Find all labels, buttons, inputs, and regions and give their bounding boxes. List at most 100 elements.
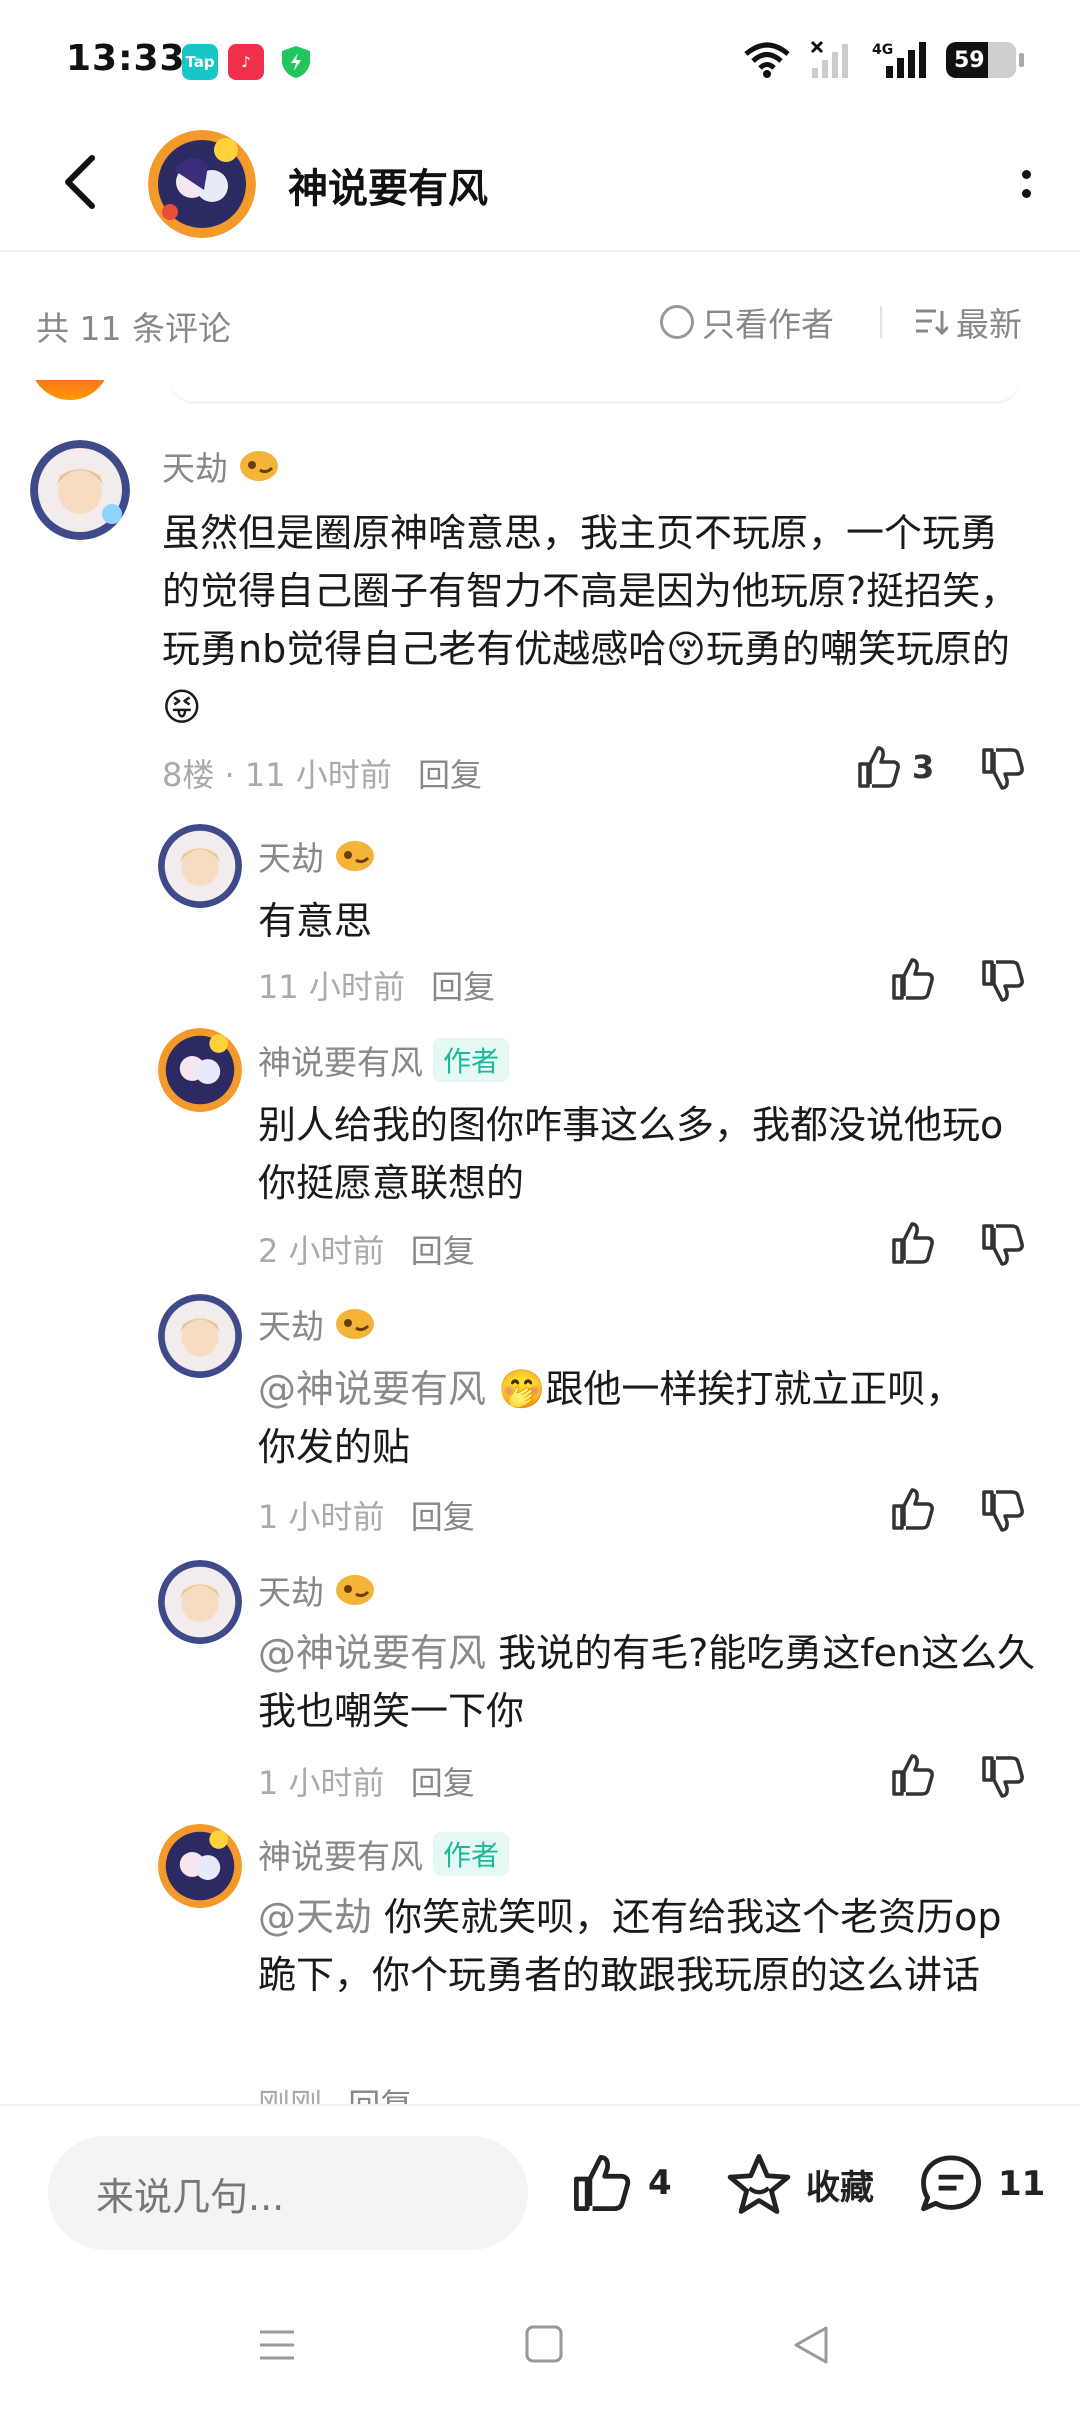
avatar <box>30 380 110 400</box>
wifi-icon <box>744 42 790 78</box>
back-button[interactable] <box>50 150 110 214</box>
battery-indicator: 59 <box>946 42 1024 78</box>
tap-icon: Tap <box>182 44 218 80</box>
avatar[interactable] <box>158 1824 242 1908</box>
signal-off-icon <box>810 40 848 78</box>
comment-filter-row: 共 11 条评论 只看作者 最新 <box>0 254 1080 394</box>
more-options-button[interactable] <box>1008 160 1044 208</box>
comment-time: 1 小时前 <box>258 1764 385 1802</box>
thumbs-down-icon[interactable] <box>980 958 1026 1004</box>
comment-time: 8楼 · 11 小时前 <box>162 756 392 794</box>
menu-icon[interactable] <box>256 2324 298 2366</box>
comment-text: @神说要有风 🤭跟他一样挨打就立正呗，你发的贴 <box>258 1360 978 1476</box>
comment-username[interactable]: 天劫 <box>162 442 280 490</box>
username-text: 天劫 <box>258 839 324 878</box>
thumbs-up-icon[interactable] <box>890 1486 936 1532</box>
avatar[interactable] <box>158 824 242 908</box>
comment-count: 共 11 条评论 <box>36 309 231 348</box>
comment-input[interactable]: 来说几句... <box>48 2136 528 2250</box>
username-text: 神说要有风 <box>258 1043 423 1082</box>
comment-username[interactable]: 神说要有风 作者 <box>258 1036 510 1084</box>
comment-total: 11 <box>998 2164 1046 2204</box>
svg-text:4G: 4G <box>872 42 893 58</box>
bottom-action-bar: 来说几句... 4 收藏 11 <box>0 2104 1080 2284</box>
comment-username[interactable]: 神说要有风 作者 <box>258 1830 510 1878</box>
sort-icon <box>916 309 948 336</box>
reply-button[interactable]: 回复 <box>411 1498 475 1536</box>
thumbs-up-icon[interactable] <box>890 1752 936 1798</box>
like-button[interactable]: 3 <box>856 744 934 790</box>
level-badge-icon <box>336 1575 374 1605</box>
favorite-button[interactable]: 收藏 <box>726 2152 874 2216</box>
page-title: 神说要有风 <box>288 166 488 212</box>
battery-level: 59 <box>954 47 985 73</box>
system-navigation-bar <box>0 2284 1080 2412</box>
chevron-left-icon <box>65 155 95 209</box>
avatar[interactable] <box>30 440 130 540</box>
thumbs-down-icon[interactable] <box>980 1488 1026 1534</box>
comment-time: 1 小时前 <box>258 1498 385 1536</box>
reply-button[interactable]: 回复 <box>418 756 482 794</box>
comment-time: 11 小时前 <box>258 968 405 1006</box>
comment-list[interactable]: 天劫 虽然但是圈原神啥意思，我主页不玩原，一个玩勇的觉得自己圈子有智力不高是因为… <box>0 380 1080 2104</box>
reply-button[interactable]: 回复 <box>431 968 495 1006</box>
author-only-label: 只看作者 <box>702 305 834 344</box>
signal-4g-icon: 4G <box>872 42 926 78</box>
avatar[interactable] <box>158 1294 242 1378</box>
level-badge-icon <box>336 1309 374 1339</box>
reply-button[interactable]: 回复 <box>348 2086 412 2104</box>
avatar[interactable] <box>158 1560 242 1644</box>
level-badge-icon <box>336 841 374 871</box>
star-icon <box>727 2154 791 2214</box>
comment-meta: 8楼 · 11 小时前 回复 <box>162 750 482 796</box>
back-icon[interactable] <box>790 2324 832 2366</box>
system-icons: 4G 59 <box>742 40 1024 80</box>
comments-button[interactable]: 11 <box>918 2152 1045 2216</box>
mention-link[interactable]: @神说要有风 <box>258 1631 486 1675</box>
comment-username[interactable]: 天劫 <box>258 832 376 880</box>
post-like-count: 4 <box>648 2163 672 2203</box>
favorite-label: 收藏 <box>806 2167 874 2208</box>
reply-button[interactable]: 回复 <box>411 1232 475 1270</box>
dot-icon <box>1021 170 1031 179</box>
thumbs-up-icon[interactable] <box>890 956 936 1002</box>
comment-time: 刚刚 <box>258 2086 322 2104</box>
thumbs-up-icon <box>858 746 900 788</box>
previous-comment-card-edge <box>170 380 1020 404</box>
comment-username[interactable]: 天劫 <box>258 1300 376 1348</box>
divider <box>880 306 882 338</box>
comment-meta: 1 小时前 回复 <box>258 1758 475 1804</box>
username-text: 天劫 <box>258 1307 324 1346</box>
thumbs-up-icon[interactable] <box>890 1220 936 1266</box>
comment-text: 虽然但是圈原神啥意思，我主页不玩原，一个玩勇的觉得自己圈子有智力不高是因为他玩原… <box>162 511 1019 729</box>
comment-text: @神说要有风 我说的有毛?能吃勇这fen这么久我也嘲笑一下你 <box>258 1624 1038 1740</box>
thumbs-down-icon[interactable] <box>980 1222 1026 1268</box>
author-badge: 作者 <box>433 1038 510 1082</box>
home-icon[interactable] <box>524 2324 564 2364</box>
author-avatar[interactable] <box>148 130 256 238</box>
reply-button[interactable]: 回复 <box>411 1764 475 1802</box>
author-only-toggle[interactable]: 只看作者 <box>660 298 834 346</box>
comment-time: 2 小时前 <box>258 1232 385 1270</box>
thumbs-up-icon <box>574 2155 631 2211</box>
music-icon: ♪ <box>228 44 264 80</box>
comment-meta: 11 小时前 回复 <box>258 962 495 1008</box>
avatar[interactable] <box>158 1028 242 1112</box>
status-time: 13:33 <box>66 38 186 79</box>
mention-link[interactable]: @神说要有风 <box>258 1367 486 1411</box>
status-bar: 13:33 Tap ♪ 4G 59 <box>0 0 1080 120</box>
post-header: 神说要有风 <box>0 120 1080 252</box>
author-badge: 作者 <box>433 1832 510 1876</box>
comment-username[interactable]: 天劫 <box>258 1566 376 1614</box>
comment-text: @天劫 你笑就笑呗，还有给我这个老资历op跪下，你个玩勇者的敢跟我玩原的这么讲话 <box>258 1888 1038 2004</box>
post-like-button[interactable]: 4 <box>570 2152 672 2214</box>
thumbs-down-icon[interactable] <box>980 1754 1026 1800</box>
username-text: 天劫 <box>162 449 228 488</box>
mention-link[interactable]: @天劫 <box>258 1895 372 1939</box>
username-text: 神说要有风 <box>258 1837 423 1876</box>
comment-meta: 2 小时前 回复 <box>258 1226 475 1272</box>
comment-meta: 刚刚 回复 <box>258 2080 412 2104</box>
thumbs-down-icon[interactable] <box>980 746 1026 792</box>
comment-text: 别人给我的图你咋事这么多，我都没说他玩o你挺愿意联想的 <box>258 1103 1004 1205</box>
sort-button[interactable]: 最新 <box>914 298 1022 346</box>
